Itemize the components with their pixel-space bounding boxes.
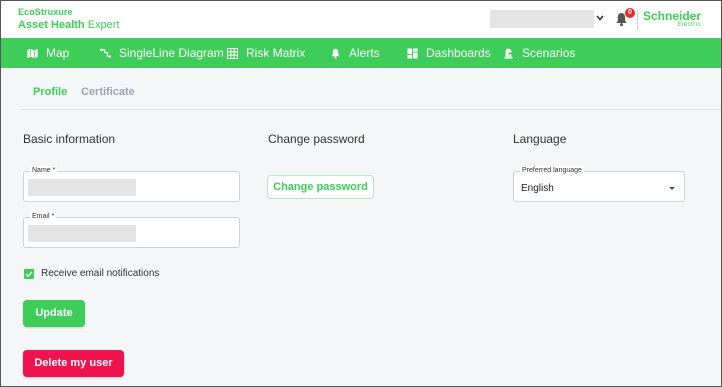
dropdown-caret-icon [669, 187, 675, 190]
logo-main-text: Schneider [643, 9, 702, 23]
bell-icon [331, 48, 340, 59]
logo-sub-text: Electric [677, 22, 702, 28]
singleline-icon [100, 48, 111, 58]
tab-profile[interactable]: Profile [33, 86, 67, 98]
product-name-bold: Asset Health [18, 19, 85, 31]
nav-label: Risk Matrix [246, 46, 306, 60]
change-password-button[interactable]: Change password [267, 175, 374, 199]
schneider-electric-logo: Schneider Electric [643, 10, 701, 29]
nav-item-map[interactable]: Map [27, 38, 69, 68]
main-nav: Map SingleLine Diagram Risk Matrix Alert… [1, 38, 721, 68]
tabs-divider [21, 109, 721, 110]
name-field-label: Name * [30, 166, 58, 176]
nav-label: Dashboards [426, 46, 491, 60]
app-window: EcoStruxure Asset Health Expert 0 Schnei… [0, 0, 722, 387]
header-divider [637, 10, 638, 30]
delete-user-button[interactable]: Delete my user [23, 350, 124, 377]
name-field[interactable]: Name * [23, 166, 240, 202]
top-header: EcoStruxure Asset Health Expert 0 Schnei… [1, 1, 721, 38]
preferred-language-select[interactable]: Preferred language English [513, 166, 685, 202]
user-menu[interactable] [490, 10, 594, 28]
preferred-language-value: English [521, 183, 554, 194]
change-password-title: Change password [268, 132, 365, 146]
preferred-language-label: Preferred language [520, 166, 584, 176]
tab-certificate[interactable]: Certificate [81, 86, 135, 98]
email-notifications-checkbox[interactable] [24, 269, 34, 279]
grid-icon [227, 47, 238, 59]
dashboard-icon [407, 47, 418, 59]
chess-icon [504, 47, 513, 59]
nav-item-scenarios[interactable]: Scenarios [503, 38, 575, 68]
basic-information-title: Basic information [23, 132, 116, 146]
nav-label: SingleLine Diagram [119, 46, 224, 60]
email-field[interactable]: Email * [23, 212, 240, 248]
map-icon [27, 47, 38, 59]
profile-tabs: Profile Certificate [1, 68, 721, 110]
name-value-redacted [28, 179, 136, 196]
ecostruxure-logo: EcoStruxure [18, 7, 73, 17]
nav-item-risk-matrix[interactable]: Risk Matrix [227, 38, 305, 68]
nav-item-singleline[interactable]: SingleLine Diagram [100, 38, 224, 68]
chevron-down-icon[interactable] [595, 12, 605, 24]
nav-item-alerts[interactable]: Alerts [330, 38, 380, 68]
nav-label: Map [46, 46, 70, 60]
notification-badge: 0 [625, 8, 635, 18]
update-button[interactable]: Update [23, 300, 85, 327]
product-name[interactable]: Asset Health Expert [18, 19, 120, 31]
checkmark-icon [25, 271, 33, 278]
email-value-redacted [28, 225, 136, 242]
language-title: Language [513, 132, 567, 146]
email-field-label: Email * [30, 212, 57, 222]
nav-item-dashboards[interactable]: Dashboards [407, 38, 491, 68]
product-name-light: Expert [87, 19, 120, 31]
email-notifications-label[interactable]: Receive email notifications [41, 268, 159, 279]
nav-label: Scenarios [522, 46, 576, 60]
nav-label: Alerts [349, 46, 380, 60]
